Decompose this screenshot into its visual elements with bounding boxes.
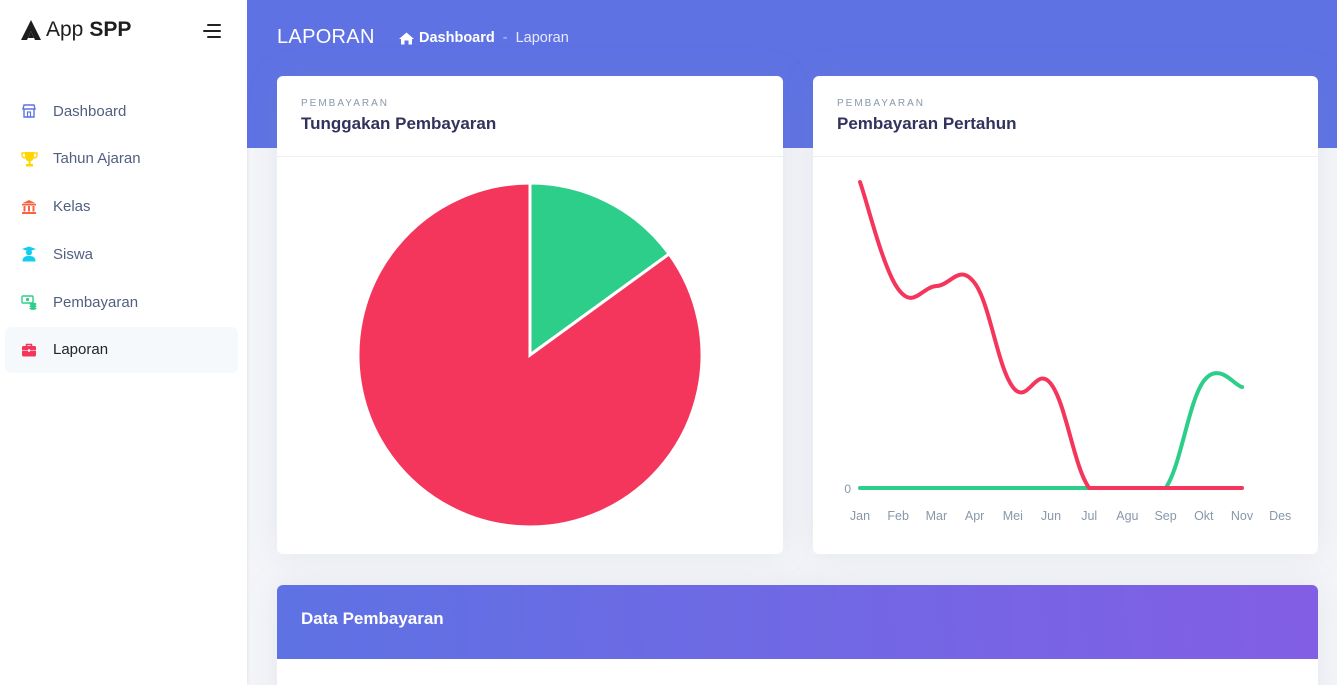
x-tick-label: Jan <box>850 509 870 523</box>
sidebar-item-label: Laporan <box>53 341 109 359</box>
card-title: Tunggakan Pembayaran <box>301 114 497 133</box>
x-tick-label: Mar <box>926 509 948 523</box>
card-title: Pembayaran Pertahun <box>837 114 1017 133</box>
x-tick-label: Mei <box>1003 509 1023 523</box>
x-tick-label: Des <box>1269 509 1291 523</box>
card-title: Data Pembayaran <box>301 609 444 628</box>
money-icon <box>20 293 38 311</box>
x-tick-label: Jul <box>1081 509 1097 523</box>
x-tick-label: Feb <box>887 509 909 523</box>
sidenav-toggle-icon[interactable] <box>203 24 223 40</box>
building-icon <box>20 198 38 216</box>
breadcrumb-home-link[interactable]: Dashboard <box>399 30 495 46</box>
breadcrumb: Dashboard - Laporan <box>399 30 569 46</box>
sidebar-item-label: Kelas <box>53 198 91 216</box>
card-overline: PEMBAYARAN <box>301 98 389 109</box>
sidebar-item-label: Dashboard <box>53 102 127 120</box>
student-icon <box>20 245 38 263</box>
series-line[interactable] <box>858 371 1244 490</box>
breadcrumb-current: Laporan <box>515 30 569 46</box>
brand-name-text: SPP <box>89 18 132 41</box>
trophy-icon <box>20 150 38 168</box>
y-tick-label: 0 <box>844 482 851 496</box>
sidebar-item-label: Tahun Ajaran <box>53 150 141 168</box>
brand-app-text: App <box>46 18 84 41</box>
x-tick-label: Sep <box>1154 509 1176 523</box>
home-icon <box>399 32 414 44</box>
series-line[interactable] <box>858 180 1244 490</box>
brand[interactable]: App SPP <box>20 18 131 42</box>
x-tick-label: Nov <box>1231 509 1254 523</box>
page-title: LAPORAN <box>277 26 375 48</box>
pie-chart[interactable] <box>277 157 783 554</box>
line-chart-area: 0 Jan Feb Mar Apr Mei Jun Jul Agu Sep Okt Nov Des <box>813 157 1318 554</box>
sidebar-item-dashboard[interactable]: Dashboard <box>5 88 238 134</box>
briefcase-icon <box>20 341 38 359</box>
breadcrumb-home-label: Dashboard <box>419 30 495 46</box>
sidebar-item-tahun-ajaran[interactable]: Tahun Ajaran <box>5 136 238 182</box>
tunggakan-card: PEMBAYARAN Tunggakan Pembayaran <box>277 76 783 554</box>
sidebar-item-label: Siswa <box>53 245 94 263</box>
x-tick-label: Jun <box>1041 509 1061 523</box>
card-header: PEMBAYARAN Pembayaran Pertahun <box>813 76 1318 157</box>
card-header: PEMBAYARAN Tunggakan Pembayaran <box>277 76 783 157</box>
sidebar-item-kelas[interactable]: Kelas <box>5 184 238 230</box>
shop-icon <box>20 102 38 120</box>
card-header: Data Pembayaran <box>277 585 1318 659</box>
sidebar-item-siswa[interactable]: Siswa <box>5 231 238 277</box>
sidebar: App SPP Dashboard Tahun Ajaran Kelas Sis… <box>0 0 247 685</box>
x-tick-label: Okt <box>1194 509 1214 523</box>
x-tick-label: Agu <box>1116 509 1138 523</box>
logo-icon <box>21 20 41 40</box>
line-chart[interactable]: 0 Jan Feb Mar Apr Mei Jun Jul Agu Sep Okt Nov Des <box>813 157 1318 554</box>
card-overline: PEMBAYARAN <box>837 98 925 109</box>
sidebar-item-pembayaran[interactable]: Pembayaran <box>5 279 238 325</box>
breadcrumb-separator: - <box>502 30 508 46</box>
sidebar-item-laporan[interactable]: Laporan <box>5 326 238 373</box>
x-tick-label: Apr <box>965 509 984 523</box>
sidebar-nav: Dashboard Tahun Ajaran Kelas Siswa Pemba… <box>5 88 238 375</box>
pie-chart-area <box>277 157 783 554</box>
sidebar-item-label: Pembayaran <box>53 293 139 311</box>
data-pembayaran-card: Data Pembayaran <box>277 585 1318 685</box>
pertahun-card: PEMBAYARAN Pembayaran Pertahun 0 Jan Feb Ma… <box>813 76 1318 554</box>
